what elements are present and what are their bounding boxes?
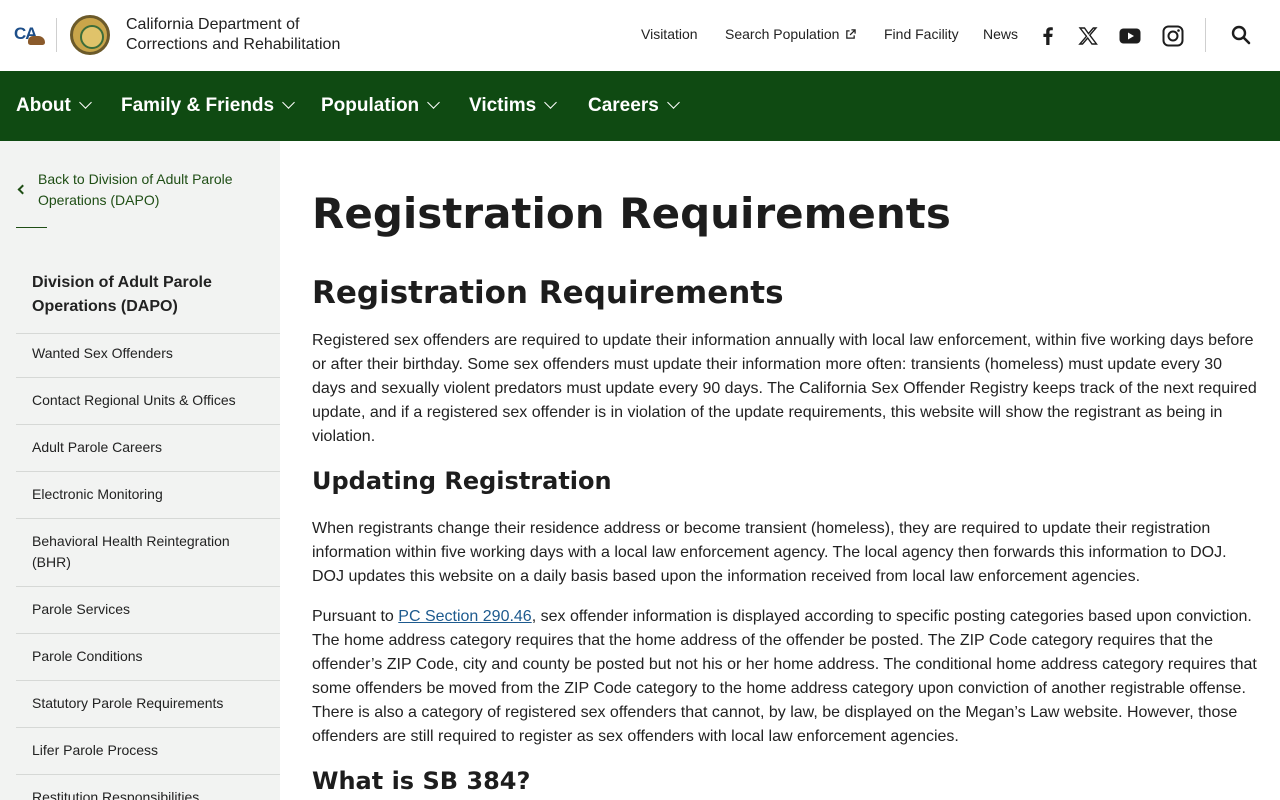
sidebar-item-wanted-sex-offenders[interactable]: Wanted Sex Offenders (16, 331, 280, 378)
page-title: Registration Requirements (312, 189, 951, 238)
cdcr-seal-logo[interactable] (70, 15, 110, 55)
chevron-left-icon (17, 184, 28, 195)
bear-icon (28, 36, 45, 45)
sidebar-item-parole-services[interactable]: Parole Services (16, 587, 280, 634)
find-facility-link[interactable]: Find Facility (884, 26, 959, 42)
search-population-link[interactable]: Search Population (725, 26, 857, 42)
posting-categories-paragraph: Pursuant to PC Section 290.46, sex offen… (312, 605, 1258, 749)
sidebar-heading[interactable]: Division of Adult Parole Operations (DAP… (16, 271, 280, 334)
section-heading-updating-registration: Updating Registration (312, 467, 612, 495)
chevron-down-icon (79, 96, 92, 109)
back-link-label: Back to Division of Adult Parole Operati… (38, 171, 233, 208)
chevron-down-icon (544, 96, 558, 109)
department-name[interactable]: California Department of Corrections and… (126, 15, 340, 55)
nav-victims[interactable]: Victims (469, 71, 558, 141)
news-link[interactable]: News (983, 26, 1018, 42)
department-name-line2: Corrections and Rehabilitation (126, 36, 341, 53)
ca-gov-logo[interactable]: CA (14, 24, 46, 48)
site-header: CA California Department of Corrections … (0, 0, 1280, 71)
sidebar-list: Wanted Sex Offenders Contact Regional Un… (16, 331, 280, 800)
nav-victims-label: Victims (469, 95, 537, 116)
external-link-icon (846, 29, 857, 39)
nav-about[interactable]: About (16, 71, 92, 141)
search-icon[interactable] (1230, 24, 1252, 46)
nav-careers-label: Careers (588, 95, 659, 116)
section-heading-sb-384: What is SB 384? (312, 767, 531, 795)
section-heading-registration-requirements: Registration Requirements (312, 275, 784, 311)
sidebar-item-contact-regional-units[interactable]: Contact Regional Units & Offices (16, 378, 280, 425)
posting-categories-rest: , sex offender information is displayed … (312, 608, 1257, 745)
registration-requirements-paragraph: Registered sex offenders are required to… (312, 332, 1257, 445)
visitation-link[interactable]: Visitation (641, 26, 698, 42)
department-name-line1: California Department of (126, 16, 300, 33)
instagram-icon[interactable] (1161, 24, 1185, 48)
chevron-down-icon (666, 96, 680, 109)
nav-family-friends-label: Family & Friends (121, 95, 275, 116)
posting-categories-prefix: Pursuant to (312, 608, 399, 625)
sidebar-item-behavioral-health-reintegration[interactable]: Behavioral Health Reintegration (BHR) (16, 519, 280, 587)
utility-divider (1205, 18, 1206, 52)
nav-family-friends[interactable]: Family & Friends (121, 71, 295, 141)
sidebar: Back to Division of Adult Parole Operati… (0, 141, 280, 800)
search-population-label: Search Population (725, 26, 840, 42)
sidebar-item-restitution-responsibilities[interactable]: Restitution Responsibilities, (16, 775, 280, 800)
chevron-down-icon (282, 96, 295, 109)
nav-about-label: About (16, 95, 71, 116)
sidebar-item-electronic-monitoring[interactable]: Electronic Monitoring (16, 472, 280, 519)
back-link-rule (16, 227, 47, 228)
updating-registration-paragraph: When registrants change their residence … (312, 520, 1227, 585)
facebook-icon[interactable] (1036, 24, 1060, 48)
pc-section-290-46-link[interactable]: PC Section 290.46 (398, 608, 531, 625)
sidebar-item-lifer-parole-process[interactable]: Lifer Parole Process (16, 728, 280, 775)
nav-population-label: Population (321, 95, 420, 116)
main-nav: About Family & Friends Population Victim… (0, 71, 1280, 141)
sidebar-item-statutory-parole-requirements[interactable]: Statutory Parole Requirements (16, 681, 280, 728)
chevron-down-icon (427, 96, 441, 109)
sidebar-item-adult-parole-careers[interactable]: Adult Parole Careers (16, 425, 280, 472)
header-divider (56, 18, 57, 52)
x-icon[interactable] (1076, 24, 1100, 48)
nav-population[interactable]: Population (321, 71, 441, 141)
sidebar-item-parole-conditions[interactable]: Parole Conditions (16, 634, 280, 681)
youtube-icon[interactable] (1118, 24, 1142, 48)
nav-careers[interactable]: Careers (588, 71, 680, 141)
